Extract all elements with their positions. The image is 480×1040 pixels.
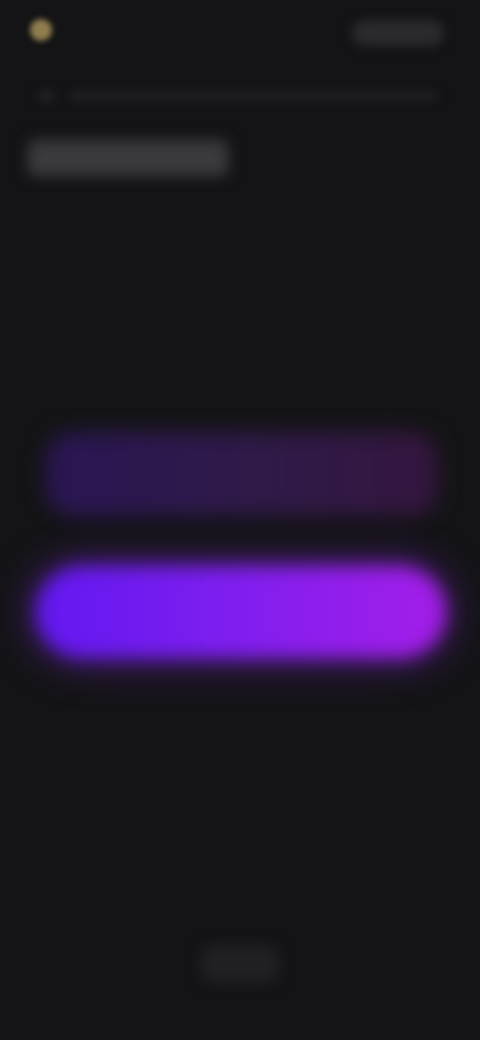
top-bar: [0, 0, 480, 64]
breadcrumb: [38, 84, 438, 108]
breadcrumb-divider: [68, 93, 438, 99]
footer-link[interactable]: [200, 944, 280, 984]
page-title: [28, 140, 228, 176]
breadcrumb-label[interactable]: [38, 94, 54, 98]
primary-action-button[interactable]: [36, 566, 446, 658]
brand-logo-icon: [30, 19, 52, 41]
header-action-button[interactable]: [352, 20, 444, 46]
secondary-action-button[interactable]: [46, 432, 438, 516]
brand-logo[interactable]: [30, 16, 114, 44]
